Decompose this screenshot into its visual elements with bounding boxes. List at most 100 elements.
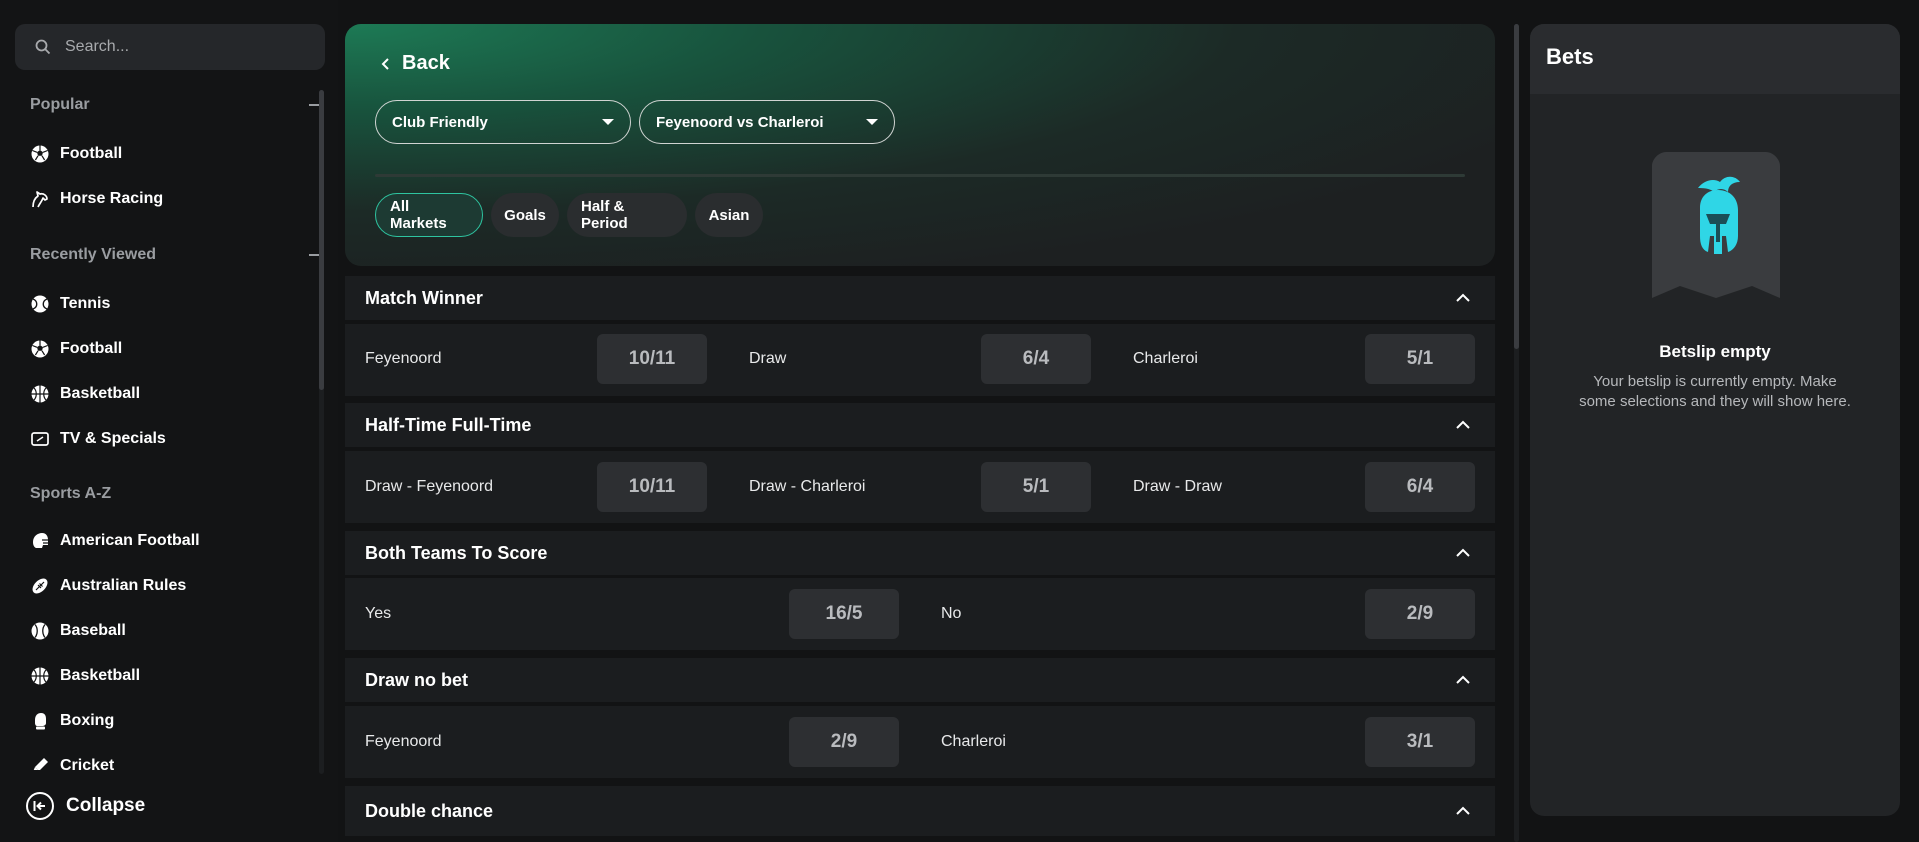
- horse-racing-icon: [30, 189, 50, 209]
- tab-asian[interactable]: Asian: [695, 193, 763, 237]
- match-dropdown[interactable]: Feyenoord vs Charleroi: [639, 100, 895, 144]
- sidebar-item-label: Football: [60, 145, 123, 162]
- betslip-empty-title: Betslip empty: [1659, 342, 1771, 361]
- tab-half-period[interactable]: Half & Period: [567, 193, 687, 237]
- market-body-draw-no-bet: [345, 706, 1495, 778]
- caret-down-icon: [602, 119, 614, 125]
- market-title: Match Winner: [365, 287, 483, 308]
- australian-rules-icon: [30, 576, 50, 596]
- caret-down-icon: [866, 119, 878, 125]
- sidebar-item-american-football[interactable]: American Football: [30, 527, 200, 555]
- sidebar-item-basketball[interactable]: Basketball: [30, 662, 140, 690]
- basketball-icon: [30, 666, 50, 686]
- selection-label: Draw - Feyenoord: [365, 478, 494, 495]
- sidebar-item-baseball[interactable]: Baseball: [30, 617, 126, 645]
- spartan-helmet-icon: [1652, 152, 1780, 302]
- search-icon: [35, 39, 51, 55]
- sidebar-item-label: TV & Specials: [60, 430, 166, 447]
- betslip-empty-message: Your betslip is currently empty. Make so…: [1579, 373, 1851, 410]
- sidebar-item-label: Boxing: [60, 712, 115, 729]
- basketball-icon: [30, 384, 50, 404]
- market-header-match-winner[interactable]: Match Winner: [345, 276, 1495, 320]
- chevron-up-icon[interactable]: [1455, 806, 1471, 816]
- betslip-title: Bets: [1546, 44, 1594, 69]
- sidebar-item-boxing[interactable]: Boxing: [30, 707, 114, 735]
- market-header-half-time-full-time[interactable]: Half-Time Full-Time: [345, 403, 1495, 447]
- selection-label: Draw - Draw: [1133, 478, 1222, 495]
- odds-button[interactable]: 3/1: [1365, 717, 1475, 767]
- sidebar-item-horse-racing[interactable]: Horse Racing: [30, 185, 163, 213]
- search-input[interactable]: Search...: [15, 24, 325, 70]
- sports-az-title: Sports A-Z: [30, 485, 112, 502]
- recently-viewed-section-header[interactable]: Recently Viewed: [30, 246, 320, 264]
- back-button[interactable]: Back: [380, 52, 450, 75]
- selection-label: Draw - Charleroi: [749, 478, 866, 495]
- odds-button[interactable]: 16/5: [789, 589, 899, 639]
- market-title: Half-Time Full-Time: [365, 414, 532, 435]
- odds-button[interactable]: 5/1: [1365, 334, 1475, 384]
- odds-button[interactable]: 6/4: [981, 334, 1091, 384]
- sports-az-section-header: Sports A-Z: [30, 485, 320, 503]
- sidebar-item-football[interactable]: Football: [30, 140, 122, 168]
- back-label: Back: [402, 52, 450, 74]
- betslip-header: Bets: [1530, 24, 1900, 94]
- sidebar-item-label: Australian Rules: [60, 577, 187, 594]
- odds-button[interactable]: 10/11: [597, 334, 707, 384]
- selection-label: Feyenoord: [365, 350, 442, 367]
- odds-value: 5/1: [1022, 476, 1050, 497]
- main-scrollbar-thumb[interactable]: [1514, 24, 1519, 349]
- chevron-up-icon[interactable]: [1455, 293, 1471, 303]
- market-body-match-winner: [345, 324, 1495, 396]
- collapse-label: Collapse: [66, 795, 146, 816]
- sidebar-item-tennis[interactable]: Tennis: [30, 290, 110, 318]
- selection-label: Feyenoord: [365, 733, 442, 750]
- odds-value: 3/1: [1406, 731, 1434, 752]
- match-value: Feyenoord vs Charleroi: [656, 113, 824, 131]
- odds-button[interactable]: 2/9: [789, 717, 899, 767]
- competition-value: Club Friendly: [392, 113, 488, 131]
- tennis-icon: [30, 294, 50, 314]
- market-header-draw-no-bet[interactable]: Draw no bet: [345, 658, 1495, 702]
- selection-label: Yes: [365, 605, 392, 622]
- odds-button[interactable]: 6/4: [1365, 462, 1475, 512]
- tab-goals[interactable]: Goals: [491, 193, 559, 237]
- selection-label: Draw: [749, 350, 787, 367]
- sidebar-item-basketball[interactable]: Basketball: [30, 380, 140, 408]
- sidebar-item-label: Horse Racing: [60, 190, 164, 207]
- football-icon: [30, 339, 50, 359]
- odds-value: 6/4: [1406, 476, 1434, 497]
- market-title: Double chance: [365, 800, 494, 821]
- sidebar-item-football[interactable]: Football: [30, 335, 122, 363]
- sidebar: Search... Popular Football Horse Racing …: [0, 0, 338, 842]
- tv-icon: [30, 429, 50, 449]
- odds-button[interactable]: 2/9: [1365, 589, 1475, 639]
- tab-label: All Markets: [390, 198, 447, 232]
- chevron-up-icon[interactable]: [1455, 675, 1471, 685]
- odds-value: 2/9: [1406, 603, 1434, 624]
- tab-all-markets[interactable]: All Markets: [375, 193, 483, 237]
- odds-value: 2/9: [830, 731, 858, 752]
- odds-button[interactable]: 10/11: [597, 462, 707, 512]
- sidebar-item-label: American Football: [60, 532, 200, 549]
- header-divider: [375, 174, 1465, 177]
- odds-value: 10/11: [628, 476, 676, 497]
- competition-dropdown[interactable]: Club Friendly: [375, 100, 631, 144]
- sidebar-scrollbar-thumb[interactable]: [319, 90, 324, 390]
- sidebar-item-label: Baseball: [60, 622, 126, 639]
- sidebar-item-australian-rules[interactable]: Australian Rules: [30, 572, 186, 600]
- sidebar-item-label: Football: [60, 340, 123, 357]
- odds-value: 16/5: [825, 603, 863, 624]
- market-header-double-chance[interactable]: Double chance: [345, 786, 1495, 836]
- popular-section-header[interactable]: Popular: [30, 96, 320, 114]
- chevron-up-icon[interactable]: [1455, 420, 1471, 430]
- sidebar-item-tv-specials[interactable]: TV & Specials: [30, 425, 166, 453]
- sidebar-item-label: Tennis: [60, 295, 111, 312]
- odds-button[interactable]: 5/1: [981, 462, 1091, 512]
- american-football-icon: [30, 531, 50, 551]
- recently-viewed-title: Recently Viewed: [30, 246, 156, 263]
- chevron-left-icon: [381, 57, 389, 70]
- collapse-button[interactable]: Collapse: [26, 792, 145, 820]
- chevron-up-icon[interactable]: [1455, 548, 1471, 558]
- market-header-both-teams-to-score[interactable]: Both Teams To Score: [345, 531, 1495, 575]
- selection-label: Charleroi: [941, 733, 1006, 750]
